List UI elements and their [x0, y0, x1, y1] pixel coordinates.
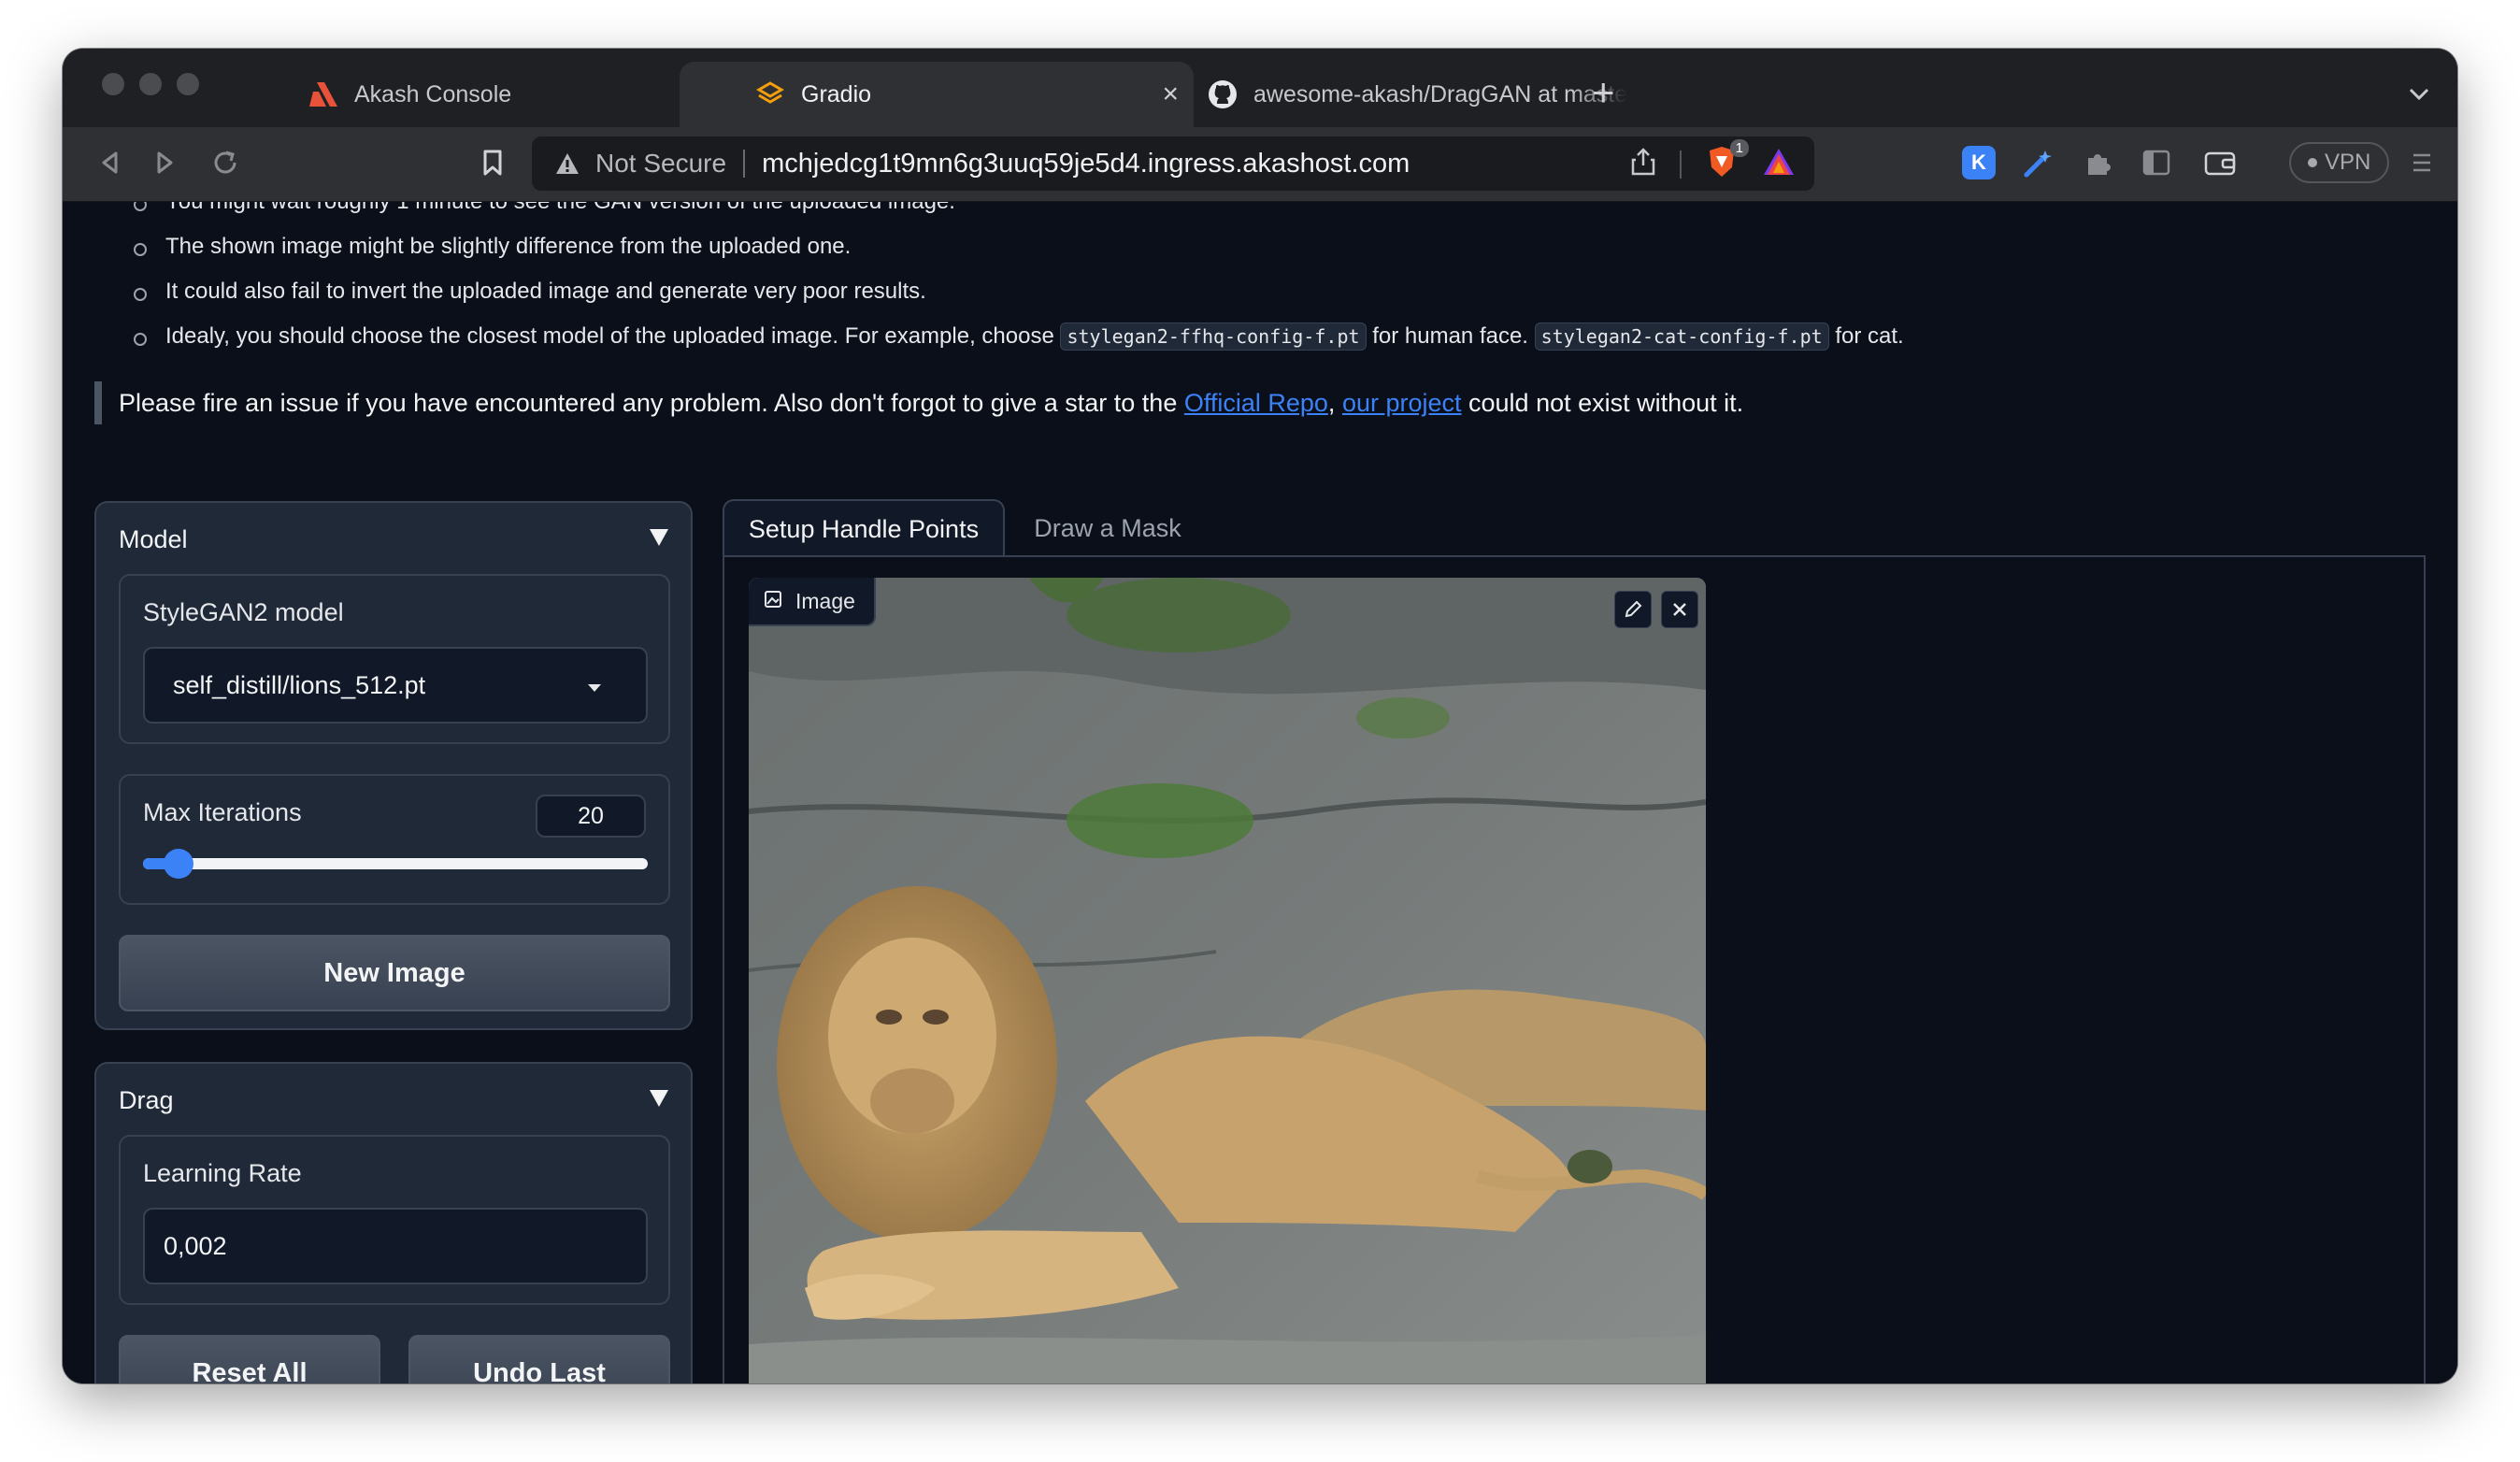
list-item: It could also fail to invert the uploade…: [134, 269, 1904, 314]
list-item: Idealy, you should choose the closest mo…: [134, 314, 1904, 359]
stylegan-model-label: StyleGAN2 model: [143, 598, 344, 626]
slider-thumb[interactable]: [163, 849, 193, 879]
lion-photo[interactable]: [749, 578, 1706, 1383]
browser-toolbar: Not Secure mchjedcg1t9mn6g3uuq59je5d4.in…: [63, 127, 2457, 202]
drag-accordion-title[interactable]: Drag: [119, 1086, 174, 1115]
list-item-text: for human face.: [1366, 323, 1535, 349]
stylegan-model-dropdown[interactable]: self_distill/lions_512.pt: [143, 647, 648, 724]
vpn-button[interactable]: VPN: [2289, 142, 2390, 183]
undo-last-button[interactable]: Undo Last: [408, 1335, 670, 1383]
reset-all-button[interactable]: Reset All: [119, 1335, 380, 1383]
learning-rate-block: Learning Rate 0,002: [119, 1135, 670, 1305]
quote-text: Please fire an issue if you have encount…: [119, 389, 1184, 417]
model-accordion: Model StyleGAN2 model self_distill/lions…: [94, 501, 693, 1030]
url-divider: [743, 150, 746, 178]
tab-akash-console[interactable]: Akash Console: [240, 62, 736, 127]
chevron-down-icon[interactable]: [2409, 82, 2429, 107]
list-item: You might wait roughly 1 minute to see t…: [134, 202, 1904, 224]
official-repo-link[interactable]: Official Repo: [1184, 389, 1328, 417]
minimize-window-button[interactable]: [139, 73, 162, 95]
bookmark-icon[interactable]: [474, 144, 511, 181]
caret-down-icon[interactable]: [650, 529, 668, 546]
vpn-status-dot: [2308, 158, 2317, 167]
dropdown-value: self_distill/lions_512.pt: [173, 670, 426, 699]
image-label: Image: [749, 578, 876, 626]
browser-window: Akash Console Gradio × awesome-akash/Dra…: [63, 49, 2457, 1383]
wand-icon[interactable]: [2022, 146, 2055, 179]
reload-icon[interactable]: [207, 144, 244, 181]
tab-title: Akash Console: [354, 80, 512, 108]
warning-icon[interactable]: [554, 151, 580, 176]
model-accordion-title[interactable]: Model: [119, 525, 188, 554]
image-label-text: Image: [795, 588, 855, 613]
info-list: You might wait roughly 1 minute to see t…: [134, 202, 1904, 359]
url-text[interactable]: mchjedcg1t9mn6g3uuq59je5d4.ingress.akash…: [762, 149, 1410, 179]
list-item-text: You might wait roughly 1 minute to see t…: [165, 202, 955, 214]
dropdown-caret-icon: [588, 684, 601, 692]
menu-icon[interactable]: [2405, 146, 2439, 179]
stylegan-model-block: StyleGAN2 model self_distill/lions_512.p…: [119, 574, 670, 744]
tab-github[interactable]: awesome-akash/DragGAN at maste: [1138, 62, 1633, 127]
github-icon: [1207, 79, 1239, 110]
image-icon: [764, 589, 782, 614]
share-icon[interactable]: [1631, 148, 1655, 180]
quote-text: could not exist without it.: [1461, 389, 1744, 417]
max-iterations-label: Max Iterations: [143, 798, 302, 826]
code-snippet: stylegan2-ffhq-config-f.pt: [1060, 322, 1367, 351]
tab-draw-a-mask[interactable]: Draw a Mask: [1005, 499, 1210, 557]
zoom-window-button[interactable]: [177, 73, 199, 95]
forward-icon[interactable]: [147, 144, 184, 181]
drag-accordion: Drag Learning Rate 0,002 Reset All Undo …: [94, 1062, 693, 1383]
list-item-text: It could also fail to invert the uploade…: [165, 279, 926, 304]
wallet-icon[interactable]: [2203, 146, 2237, 179]
learning-rate-input[interactable]: 0,002: [143, 1208, 648, 1284]
new-image-button[interactable]: New Image: [119, 935, 670, 1011]
brave-rewards-icon[interactable]: [1762, 147, 1796, 181]
tab-panel: Image: [723, 555, 2426, 1383]
security-status[interactable]: Not Secure: [595, 149, 726, 179]
shield-count-badge: 1: [1729, 139, 1749, 157]
image-canvas[interactable]: Image: [749, 578, 1706, 1383]
max-iterations-block: Max Iterations 20: [119, 774, 670, 905]
address-bar[interactable]: Not Secure mchjedcg1t9mn6g3uuq59je5d4.in…: [532, 136, 1814, 191]
image-toolbar: [1614, 591, 1698, 628]
pencil-icon[interactable]: [1614, 591, 1652, 628]
close-icon[interactable]: [1661, 591, 1698, 628]
gradio-icon: [754, 79, 786, 110]
tab-title: awesome-akash/DragGAN at maste: [1253, 80, 1627, 108]
quote-text: ,: [1327, 389, 1342, 417]
akash-icon: [308, 79, 339, 110]
new-tab-button[interactable]: +: [1592, 73, 1615, 112]
tab-setup-handle-points[interactable]: Setup Handle Points: [723, 499, 1005, 557]
max-iterations-number-input[interactable]: 20: [536, 795, 646, 838]
page-content: You might wait roughly 1 minute to see t…: [63, 202, 2457, 1383]
tab-gradio[interactable]: Gradio ×: [680, 62, 1194, 127]
k-extension-icon[interactable]: K: [1962, 146, 1996, 179]
list-item-text: Idealy, you should choose the closest mo…: [165, 323, 1061, 349]
learning-rate-label: Learning Rate: [143, 1159, 302, 1187]
blockquote: Please fire an issue if you have encount…: [94, 381, 1743, 424]
tab-title: Gradio: [801, 80, 872, 108]
code-snippet: stylegan2-cat-config-f.pt: [1534, 322, 1829, 351]
sidebar-icon[interactable]: [2140, 146, 2173, 179]
vpn-label: VPN: [2325, 150, 2371, 175]
puzzle-icon[interactable]: [2082, 146, 2115, 179]
close-window-button[interactable]: [102, 73, 124, 95]
list-item-text: for cat.: [1828, 323, 1904, 349]
caret-down-icon[interactable]: [650, 1090, 668, 1107]
tab-strip: Akash Console Gradio × awesome-akash/Dra…: [63, 49, 2457, 131]
divider: [1680, 150, 1682, 179]
brave-shield-icon[interactable]: 1: [1706, 139, 1749, 183]
back-icon[interactable]: [91, 144, 128, 181]
list-item: The shown image might be slightly differ…: [134, 224, 1904, 269]
our-project-link[interactable]: our project: [1342, 389, 1462, 417]
max-iterations-slider[interactable]: [143, 849, 648, 879]
list-item-text: The shown image might be slightly differ…: [165, 234, 852, 259]
